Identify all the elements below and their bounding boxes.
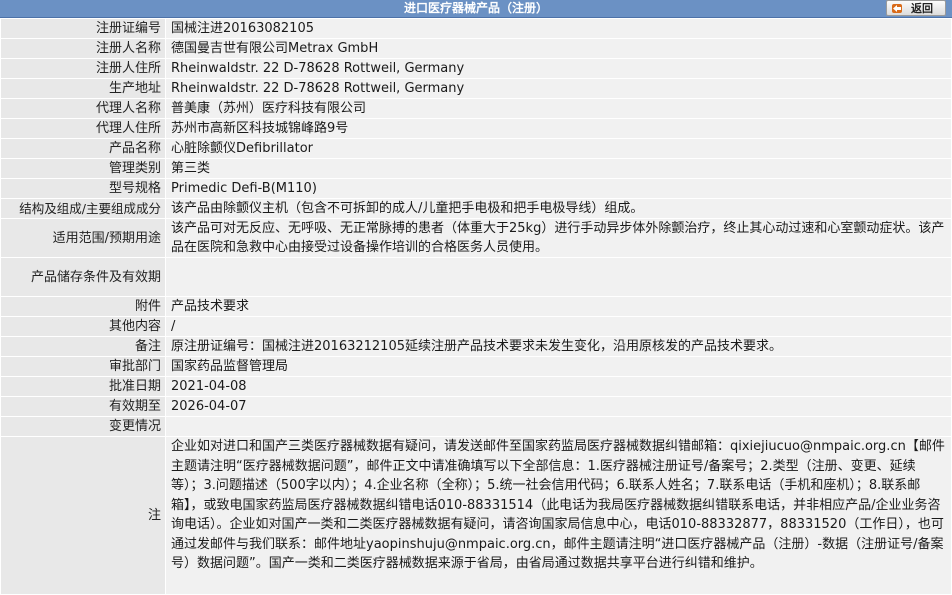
field-label: 批准日期: [0, 376, 166, 397]
field-label: 有效期至: [0, 396, 166, 417]
field-label: 代理人名称: [0, 98, 166, 119]
table-row: 其他内容 /: [0, 316, 952, 337]
table-row: 代理人名称 普美康（苏州）医疗科技有限公司: [0, 98, 952, 119]
table-row: 注册证编号 国械注进20163082105: [0, 18, 952, 39]
table-row: 生产地址 Rheinwaldstr. 22 D-78628 Rottweil, …: [0, 78, 952, 99]
field-value: Rheinwaldstr. 22 D-78628 Rottweil, Germa…: [165, 78, 952, 99]
table-row: 有效期至 2026-04-07: [0, 396, 952, 417]
back-button[interactable]: 返回: [886, 0, 946, 16]
field-label: 其他内容: [0, 316, 166, 337]
back-arrow-icon: [892, 4, 902, 13]
field-value: 普美康（苏州）医疗科技有限公司: [165, 98, 952, 119]
field-label: 备注: [0, 336, 166, 357]
table-row: 注 企业如对进口和国产三类医疗器械数据有疑问，请发送邮件至国家药监局医疗器械数据…: [0, 436, 952, 595]
table-row: 结构及组成/主要组成成分 该产品由除颤仪主机（包含不可拆卸的成人/儿童把手电极和…: [0, 198, 952, 219]
field-value: 该产品由除颤仪主机（包含不可拆卸的成人/儿童把手电极和把手电极导线）组成。: [165, 198, 952, 219]
field-label: 注: [0, 436, 166, 595]
table-row: 适用范围/预期用途 该产品可对无反应、无呼吸、无正常脉搏的患者（体重大于25kg…: [0, 218, 952, 258]
table-row: 型号规格 Primedic Defi-B(M110): [0, 178, 952, 199]
field-value: 该产品可对无反应、无呼吸、无正常脉搏的患者（体重大于25kg）进行手动异步体外除…: [165, 218, 952, 258]
field-value: /: [165, 316, 952, 337]
field-label: 结构及组成/主要组成成分: [0, 198, 166, 219]
field-label: 管理类别: [0, 158, 166, 179]
page-title: 进口医疗器械产品（注册）: [403, 1, 548, 15]
notice-text: 企业如对进口和国产三类医疗器械数据有疑问，请发送邮件至国家药监局医疗器械数据纠错…: [165, 436, 952, 595]
field-value: 第三类: [165, 158, 952, 179]
table-row: 批准日期 2021-04-08: [0, 376, 952, 397]
registration-detail-table: 注册证编号 国械注进20163082105 注册人名称 德国曼吉世有限公司Met…: [0, 18, 952, 595]
table-row: 产品储存条件及有效期: [0, 257, 952, 297]
field-value: 产品技术要求: [165, 296, 952, 317]
field-value: Rheinwaldstr. 22 D-78628 Rottweil, Germa…: [165, 58, 952, 79]
field-label: 注册人住所: [0, 58, 166, 79]
field-label: 产品储存条件及有效期: [0, 257, 166, 297]
field-label: 附件: [0, 296, 166, 317]
field-label: 适用范围/预期用途: [0, 218, 166, 258]
field-label: 注册证编号: [0, 18, 166, 39]
field-label: 变更情况: [0, 416, 166, 437]
field-value: 2026-04-07: [165, 396, 952, 417]
field-label: 生产地址: [0, 78, 166, 99]
field-value: 国家药品监督管理局: [165, 356, 952, 377]
field-value: Primedic Defi-B(M110): [165, 178, 952, 199]
field-value: [165, 257, 952, 297]
table-row: 备注 原注册证编号：国械注进20163212105延续注册产品技术要求未发生变化…: [0, 336, 952, 357]
table-row: 产品名称 心脏除颤仪Defibrillator: [0, 138, 952, 159]
field-value: [165, 416, 952, 437]
table-row: 附件 产品技术要求: [0, 296, 952, 317]
table-row: 审批部门 国家药品监督管理局: [0, 356, 952, 377]
field-label: 产品名称: [0, 138, 166, 159]
table-row: 代理人住所 苏州市高新区科技城锦峰路9号: [0, 118, 952, 139]
table-row: 管理类别 第三类: [0, 158, 952, 179]
field-value: 德国曼吉世有限公司Metrax GmbH: [165, 38, 952, 59]
field-value: 苏州市高新区科技城锦峰路9号: [165, 118, 952, 139]
field-value: 国械注进20163082105: [165, 18, 952, 39]
field-label: 代理人住所: [0, 118, 166, 139]
table-row: 变更情况: [0, 416, 952, 437]
field-label: 型号规格: [0, 178, 166, 199]
back-button-label: 返回: [911, 2, 933, 15]
field-label: 注册人名称: [0, 38, 166, 59]
field-value: 原注册证编号：国械注进20163212105延续注册产品技术要求未发生变化，沿用…: [165, 336, 952, 357]
field-label: 审批部门: [0, 356, 166, 377]
field-value: 心脏除颤仪Defibrillator: [165, 138, 952, 159]
page-header: 进口医疗器械产品（注册） 返回: [0, 0, 952, 18]
table-row: 注册人住所 Rheinwaldstr. 22 D-78628 Rottweil,…: [0, 58, 952, 79]
table-row: 注册人名称 德国曼吉世有限公司Metrax GmbH: [0, 38, 952, 59]
field-value: 2021-04-08: [165, 376, 952, 397]
